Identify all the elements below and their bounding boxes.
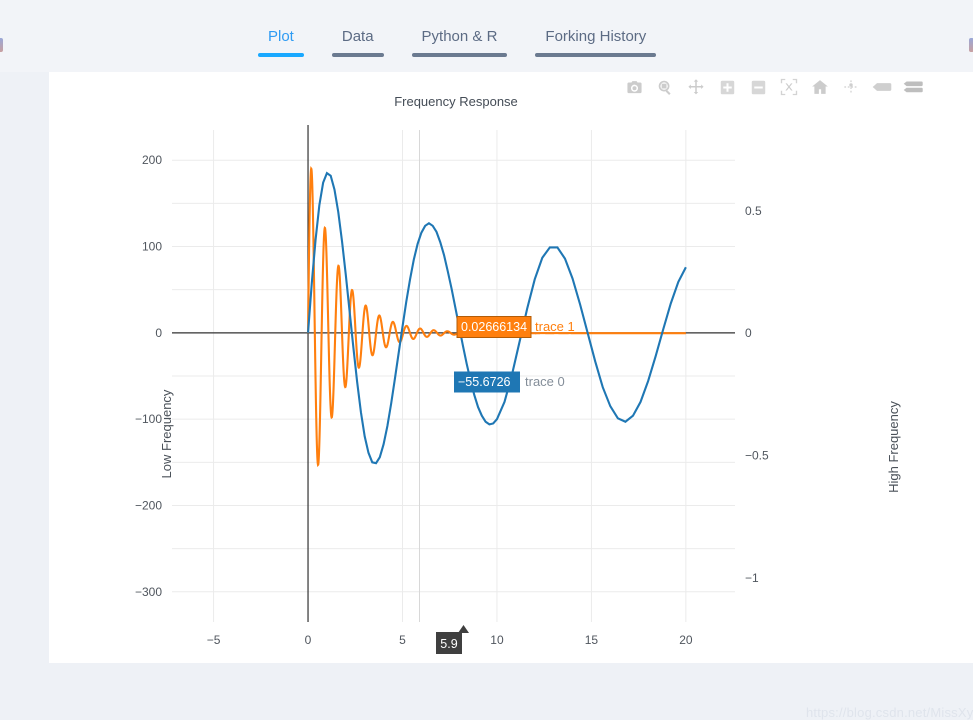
y2-axis-title: High Frequency <box>886 401 901 493</box>
hover-label-trace-0-name: trace 0 <box>525 374 565 389</box>
tab-data[interactable]: Data <box>331 28 384 57</box>
y2-tick-label: −1 <box>745 571 759 585</box>
plot-card: Frequency Response 200 100 0 −100 −200 −300 0… <box>49 72 973 720</box>
y-axis-title: Low Frequency <box>159 389 174 478</box>
hover-label-trace-1: 0.02666134 trace 1 <box>456 316 575 338</box>
right-edge-marker <box>969 38 973 52</box>
tab-plot-label: Plot <box>268 28 294 45</box>
watermark-text: https://blog.csdn.net/MissXy_ <box>806 705 973 720</box>
tab-data-label: Data <box>341 28 374 45</box>
tab-plot[interactable]: Plot <box>258 28 304 57</box>
y-tick-label: −300 <box>135 585 162 599</box>
tab-plot-underline <box>258 53 304 57</box>
x-tick-label: −5 <box>207 633 221 647</box>
y2-tick-label: 0.5 <box>745 204 762 218</box>
tab-python-and-r[interactable]: Python & R <box>411 28 508 57</box>
y-tick-label: 200 <box>142 153 162 167</box>
plot-svg[interactable]: 2001000−100−200−300 0.50−0.5−1 −5 0 5 10 15 2… <box>49 72 973 663</box>
y-tick-label: −200 <box>135 498 162 512</box>
x-tick-label: 15 <box>585 633 599 647</box>
x-tick-label: 20 <box>679 633 693 647</box>
tab-data-underline <box>331 53 384 57</box>
tab-python-and-r-label: Python & R <box>421 28 498 45</box>
y-tick-label: 100 <box>142 240 162 254</box>
y2-tick-label: 0 <box>745 326 752 340</box>
y2-axis-tick-labels: 0.5 0 −0.5 −1 <box>745 204 769 585</box>
x-tick-label: 0 <box>305 633 312 647</box>
tab-python-and-r-underline <box>411 53 508 57</box>
left-edge-marker <box>0 38 3 52</box>
y-tick-label: 0 <box>155 326 162 340</box>
x-hover-label: 5.9 <box>436 625 469 654</box>
y-axis-tick-labels: 2001000−100−200−300 <box>135 153 162 599</box>
hover-label-trace-0-value: −55.6726 <box>458 375 511 389</box>
x-hover-value: 5.9 <box>440 637 457 651</box>
tab-forking-history-underline <box>535 53 657 57</box>
x-tick-label: 5 <box>399 633 406 647</box>
y2-tick-label: −0.5 <box>745 449 769 463</box>
hover-label-trace-1-name: trace 1 <box>535 319 575 334</box>
x-tick-label: 10 <box>490 633 504 647</box>
tab-forking-history-label: Forking History <box>545 28 647 45</box>
hover-label-trace-1-value: 0.02666134 <box>461 320 527 334</box>
tab-forking-history[interactable]: Forking History <box>535 28 657 57</box>
tab-bar: Plot Data Python & R Forking History <box>0 0 973 72</box>
tab-list: Plot Data Python & R Forking History <box>258 28 684 57</box>
hover-label-trace-0: −55.6726 trace 0 <box>454 371 565 393</box>
